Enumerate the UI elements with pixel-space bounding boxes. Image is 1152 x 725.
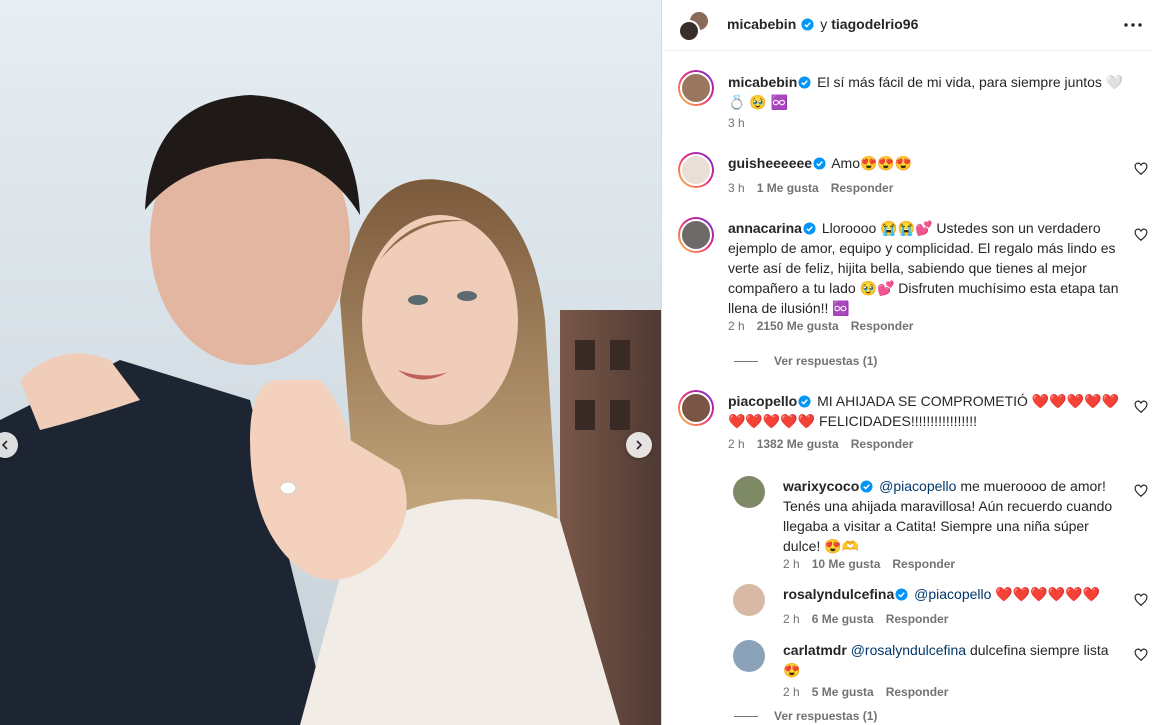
post-photo	[0, 0, 661, 725]
caption: micabebin El sí más fácil de mi vida, pa…	[728, 72, 1128, 112]
comment-likes[interactable]: 1382 Me gusta	[757, 437, 839, 451]
reply-mention[interactable]: @rosalyndulcefina	[851, 642, 966, 658]
heart-outline-icon[interactable]	[1134, 400, 1148, 414]
caption-time[interactable]: 3 h	[728, 116, 745, 130]
comment-text: Amo😍😍😍	[831, 155, 913, 171]
reply-meta: 2 h 10 Me gusta Responder	[783, 557, 955, 571]
avatar[interactable]	[678, 390, 714, 426]
avatar[interactable]	[678, 217, 714, 253]
reply-mention[interactable]: @piacopello	[914, 586, 991, 602]
reply-button[interactable]: Responder	[892, 557, 955, 571]
reply-button[interactable]: Responder	[886, 612, 949, 626]
reply-button[interactable]: Responder	[851, 319, 914, 333]
verified-badge-icon	[895, 588, 908, 601]
comment-likes[interactable]: 1 Me gusta	[757, 181, 819, 195]
verified-badge-icon	[801, 17, 814, 31]
comment-time[interactable]: 2 h	[728, 437, 745, 451]
view-replies-label: Ver respuestas (1)	[774, 709, 878, 723]
comment-meta: 2 h 1382 Me gusta Responder	[728, 437, 913, 451]
caption-username[interactable]: micabebin	[728, 74, 797, 90]
comment-username[interactable]: guisheeeeee	[728, 155, 812, 171]
reply-time[interactable]: 2 h	[783, 685, 800, 699]
comment-item: guisheeeeee Amo😍😍😍	[728, 153, 1108, 173]
heart-outline-icon[interactable]	[1134, 593, 1148, 607]
avatar	[678, 20, 700, 42]
reply-button[interactable]: Responder	[886, 685, 949, 699]
reply-meta: 2 h 6 Me gusta Responder	[783, 612, 948, 626]
post-media[interactable]	[0, 0, 661, 725]
comments-panel: micabebin y tiagodelrio96 micabebin El s…	[662, 0, 1152, 725]
post-authors: micabebin y tiagodelrio96	[727, 16, 918, 32]
more-options-button[interactable]	[1122, 14, 1144, 36]
comment-meta: 2 h 2150 Me gusta Responder	[728, 319, 913, 333]
view-replies-button[interactable]: Ver respuestas (1)	[734, 709, 877, 723]
verified-badge-icon	[803, 222, 816, 235]
comment-item: annacarina Lloroooo 😭😭💕 Ustedes son un v…	[728, 218, 1123, 318]
comment-username[interactable]: annacarina	[728, 220, 802, 236]
avatar[interactable]	[733, 640, 765, 672]
reply-button[interactable]: Responder	[851, 437, 914, 451]
verified-badge-icon	[798, 76, 811, 89]
verified-badge-icon	[798, 395, 811, 408]
more-options-icon	[1124, 23, 1142, 27]
comment-time[interactable]: 2 h	[728, 319, 745, 333]
reply-likes[interactable]: 6 Me gusta	[812, 612, 874, 626]
reply-item: warixycoco @piacopello me mueroooo de am…	[783, 476, 1123, 556]
coauthor-joiner: y	[820, 16, 828, 32]
reply-item: carlatmdr @rosalyndulcefina dulcefina si…	[783, 640, 1128, 680]
reply-username[interactable]: carlatmdr	[783, 642, 847, 658]
reply-mention[interactable]: @piacopello	[879, 478, 956, 494]
chevron-left-icon	[1, 440, 8, 450]
verified-badge-icon	[813, 157, 826, 170]
author-username[interactable]: micabebin	[727, 16, 796, 32]
heart-outline-icon[interactable]	[1134, 162, 1148, 176]
heart-outline-icon[interactable]	[1134, 484, 1148, 498]
heart-outline-icon[interactable]	[1134, 228, 1148, 242]
replies-divider	[734, 715, 758, 717]
comment-meta: 3 h 1 Me gusta Responder	[728, 181, 893, 195]
coauthor-username[interactable]: tiagodelrio96	[831, 16, 918, 32]
reply-time[interactable]: 2 h	[783, 557, 800, 571]
reply-text: ❤️❤️❤️❤️❤️❤️	[995, 586, 1100, 602]
replies-divider	[734, 360, 758, 362]
coauthor-avatars[interactable]	[678, 10, 712, 44]
header-divider	[662, 50, 1152, 51]
post-header: micabebin y tiagodelrio96	[662, 0, 1152, 50]
chevron-right-icon	[636, 440, 643, 450]
comment-time[interactable]: 3 h	[728, 181, 745, 195]
avatar[interactable]	[733, 476, 765, 508]
verified-badge-icon	[860, 480, 873, 493]
reply-username[interactable]: warixycoco	[783, 478, 859, 494]
heart-outline-icon[interactable]	[1134, 648, 1148, 662]
avatar[interactable]	[678, 152, 714, 188]
reply-username[interactable]: rosalyndulcefina	[783, 586, 894, 602]
avatar[interactable]	[678, 70, 714, 106]
reply-item: rosalyndulcefina @piacopello ❤️❤️❤️❤️❤️❤…	[783, 584, 1128, 604]
comment-item: piacopello MI AHIJADA SE COMPROMETIÓ ❤️❤…	[728, 391, 1123, 431]
reply-likes[interactable]: 5 Me gusta	[812, 685, 874, 699]
reply-button[interactable]: Responder	[831, 181, 894, 195]
avatar[interactable]	[733, 584, 765, 616]
reply-meta: 2 h 5 Me gusta Responder	[783, 685, 948, 699]
carousel-next-button[interactable]	[626, 432, 652, 458]
reply-time[interactable]: 2 h	[783, 612, 800, 626]
comment-username[interactable]: piacopello	[728, 393, 797, 409]
reply-likes[interactable]: 10 Me gusta	[812, 557, 881, 571]
caption-meta: 3 h	[728, 116, 745, 130]
view-replies-button[interactable]: Ver respuestas (1)	[734, 354, 877, 368]
view-replies-label: Ver respuestas (1)	[774, 354, 878, 368]
comment-likes[interactable]: 2150 Me gusta	[757, 319, 839, 333]
